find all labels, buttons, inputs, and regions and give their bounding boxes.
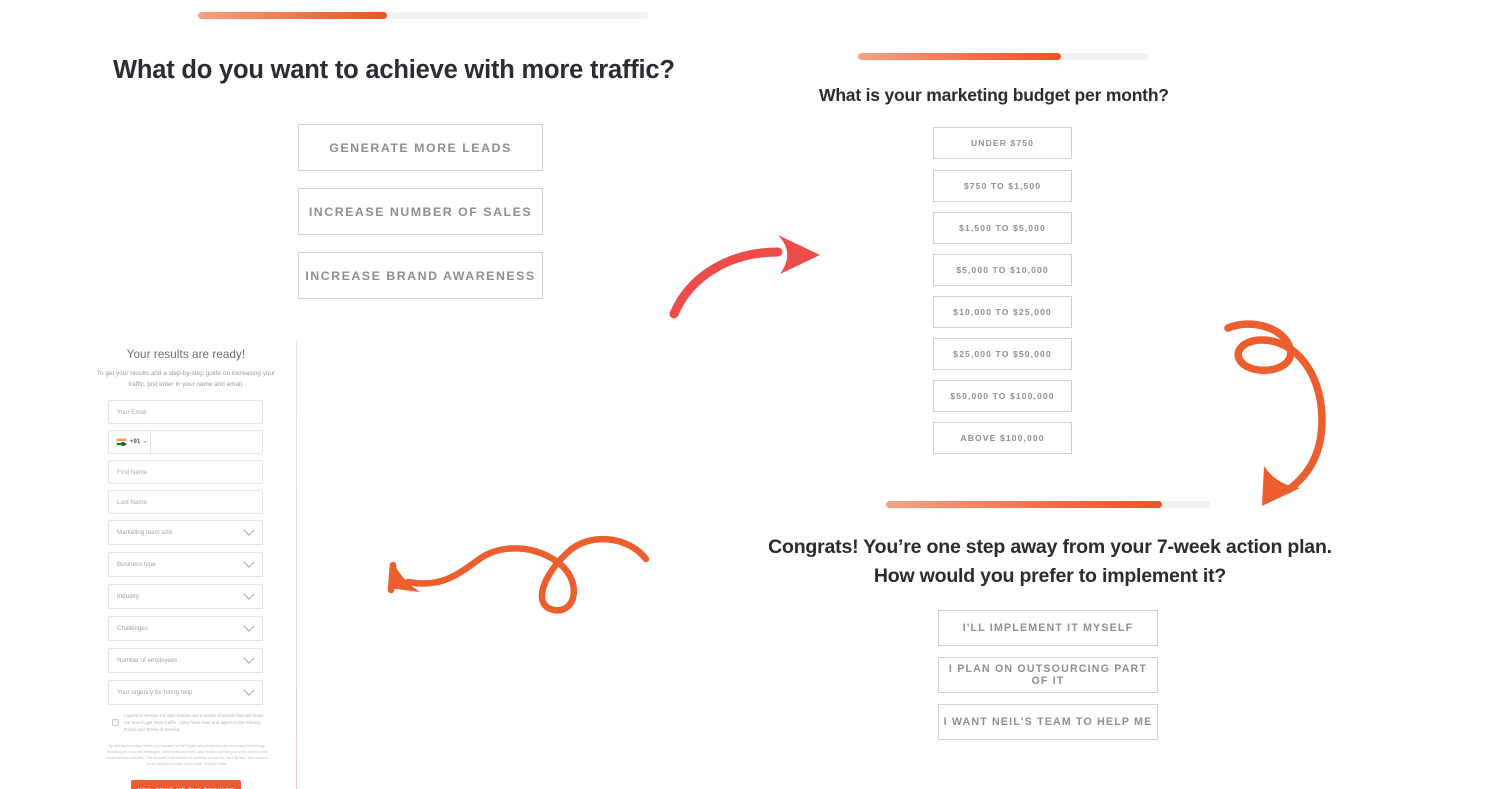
orange-loop-arrow-down — [1224, 320, 1326, 506]
progress-fill — [198, 12, 387, 19]
marketing-team-size-select[interactable]: Marketing team size — [108, 520, 263, 545]
implement-option-myself[interactable]: I'LL IMPLEMENT IT MYSELF — [938, 610, 1158, 646]
number-of-employees-select[interactable]: Number of employees — [108, 648, 263, 673]
chevron-down-icon — [243, 684, 255, 696]
chevron-down-icon — [243, 556, 255, 568]
country-code-label: +91 — [130, 439, 141, 445]
chevron-down-icon — [243, 652, 255, 664]
budget-option-1500-5000[interactable]: $1,500 TO $5,000 — [933, 212, 1072, 244]
last-name-placeholder: Last Name — [117, 498, 147, 506]
email-placeholder: Your Email — [117, 408, 147, 416]
chevron-down-icon — [143, 441, 148, 443]
email-field[interactable]: Your Email — [108, 400, 263, 424]
industry-select[interactable]: Industry — [108, 584, 263, 609]
orange-squiggle-arrow-left — [387, 535, 650, 614]
consent-row: I agree to receive my quiz results and a… — [112, 712, 264, 734]
first-name-placeholder: First Name — [117, 468, 148, 476]
last-name-field[interactable]: Last Name — [108, 490, 263, 514]
consent-text: I agree to receive my quiz results and a… — [124, 713, 264, 733]
select-label: Business type — [117, 561, 156, 568]
phone-field[interactable]: +91 — [108, 430, 263, 454]
select-label: Industry — [117, 593, 140, 600]
budget-option-10000-25000[interactable]: $10,000 TO $25,000 — [933, 296, 1072, 328]
business-type-select[interactable]: Business type — [108, 552, 263, 577]
budget-option-5000-10000[interactable]: $5,000 TO $10,000 — [933, 254, 1072, 286]
form-title: Your results are ready! — [126, 348, 246, 361]
consent-checkbox[interactable] — [112, 719, 119, 727]
first-name-field[interactable]: First Name — [108, 460, 263, 484]
select-label: Your urgency for hiring help — [117, 689, 193, 696]
budget-option-50000-100000[interactable]: $50,000 TO $100,000 — [933, 380, 1072, 412]
budget-option-750-1500[interactable]: $750 TO $1,500 — [933, 170, 1072, 202]
results-form: Your results are ready! To get your resu… — [86, 348, 286, 789]
implement-option-outsourcing[interactable]: I PLAN ON OUTSOURCING PART OF IT — [938, 657, 1158, 693]
question-1-progress — [198, 12, 648, 19]
select-label: Challenges — [117, 625, 148, 632]
goal-option-generate-more-leads[interactable]: GENERATE MORE LEADS — [298, 124, 543, 171]
challenges-select[interactable]: Challenges — [108, 616, 263, 641]
progress-fill — [858, 53, 1061, 60]
quiz-funnel-canvas: What do you want to achieve with more tr… — [0, 0, 1497, 789]
goal-question-heading: What do you want to achieve with more tr… — [113, 56, 675, 84]
select-label: Number of employees — [117, 657, 178, 664]
implement-option-neils-team[interactable]: I WANT NEIL'S TEAM TO HELP ME — [938, 704, 1158, 740]
goal-option-increase-sales[interactable]: INCREASE NUMBER OF SALES — [298, 188, 543, 235]
urgency-select[interactable]: Your urgency for hiring help — [108, 680, 263, 705]
legal-disclaimer: By clicking the button below, you consen… — [106, 743, 268, 766]
vertical-divider — [296, 340, 297, 789]
budget-question-heading: What is your marketing budget per month? — [819, 85, 1169, 105]
budget-option-under-750[interactable]: UNDER $750 — [933, 127, 1072, 159]
select-label: Marketing team size — [117, 529, 173, 536]
goal-option-brand-awareness[interactable]: INCREASE BRAND AWARENESS — [298, 252, 543, 299]
submit-results-button[interactable]: YES, SEND ME THE RESULTS — [131, 779, 241, 789]
implement-heading-line-2: How would you prefer to implement it? — [873, 565, 1227, 587]
red-curved-arrow-right — [669, 235, 820, 319]
budget-option-25000-50000[interactable]: $25,000 TO $50,000 — [933, 338, 1072, 370]
implement-question-heading: Congrats! You’re one step away from your… — [700, 533, 1400, 591]
chevron-down-icon — [243, 620, 255, 632]
chevron-down-icon — [243, 588, 255, 600]
chevron-down-icon — [243, 524, 255, 536]
form-subtitle: To get your results and a step-by-step g… — [96, 370, 276, 388]
progress-fill — [886, 501, 1163, 508]
question-2-progress — [858, 53, 1148, 60]
country-code-selector[interactable]: +91 — [109, 431, 151, 453]
india-flag-icon — [116, 438, 127, 447]
budget-option-above-100000[interactable]: ABOVE $100,000 — [933, 422, 1072, 454]
question-3-progress — [886, 501, 1211, 508]
implement-heading-line-1: Congrats! You’re one step away from your… — [768, 536, 1332, 558]
